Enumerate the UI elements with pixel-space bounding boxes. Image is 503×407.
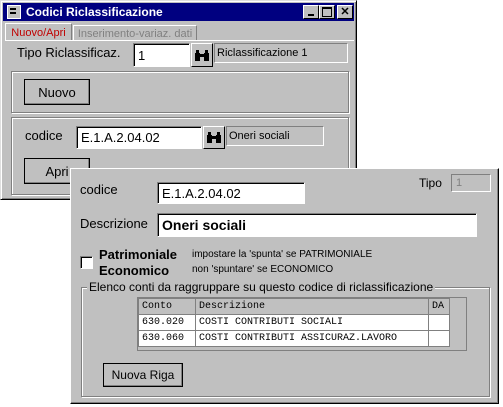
nuovo-button[interactable]: Nuovo bbox=[24, 79, 90, 105]
tipo-label: Tipo Riclassificaz. bbox=[17, 45, 121, 60]
codice-search-button[interactable] bbox=[203, 126, 225, 149]
cell-da[interactable] bbox=[428, 314, 450, 331]
front-codice-label: codice bbox=[80, 182, 118, 197]
table-row[interactable]: 630.060 COSTI CONTRIBUTI ASSICURAZ.LAVOR… bbox=[138, 330, 450, 347]
codice-description: Oneri sociali bbox=[226, 126, 324, 146]
column-header-conto[interactable]: Conto bbox=[138, 298, 196, 315]
conti-table: Conto Descrizione DA 630.020 COSTI CONTR… bbox=[138, 298, 450, 347]
tab-panel-border bbox=[5, 40, 354, 41]
tab-label: Inserimento-variaz. dati bbox=[77, 27, 193, 40]
descrizione-value: Oneri sociali bbox=[162, 217, 247, 233]
codice-input[interactable]: E.1.A.2.04.02 bbox=[76, 126, 202, 149]
codice-description-text: Oneri sociali bbox=[229, 130, 290, 142]
minimize-icon bbox=[308, 14, 314, 16]
apri-button-label: Apri bbox=[45, 163, 69, 179]
front-codice-input[interactable]: E.1.A.2.04.02 bbox=[157, 182, 305, 204]
nuova-riga-button[interactable]: Nuova Riga bbox=[103, 363, 183, 387]
table-header-row: Conto Descrizione DA bbox=[138, 298, 450, 315]
nuova-riga-label: Nuova Riga bbox=[111, 368, 175, 382]
app-icon bbox=[7, 5, 21, 19]
tab-nuovo-apri[interactable]: Nuovo/Apri bbox=[5, 23, 72, 41]
cell-descrizione[interactable]: COSTI CONTRIBUTI ASSICURAZ.LAVORO bbox=[195, 330, 429, 347]
hint-economico: non 'spuntare' se ECONOMICO bbox=[192, 264, 334, 275]
binoculars-icon bbox=[207, 132, 221, 143]
nuovo-button-label: Nuovo bbox=[38, 84, 76, 100]
cell-descrizione[interactable]: COSTI CONTRIBUTI SOCIALI bbox=[195, 314, 429, 331]
tipo-description-text: Riclassificazione 1 bbox=[217, 47, 308, 59]
tipo-input-value: 1 bbox=[138, 47, 146, 63]
maximize-icon bbox=[322, 7, 332, 17]
codice-label: codice bbox=[25, 128, 63, 143]
patrimoniale-checkbox[interactable] bbox=[80, 256, 93, 269]
codice-input-value: E.1.A.2.04.02 bbox=[81, 130, 160, 145]
front-window: codice E.1.A.2.04.02 Tipo 1 Descrizione … bbox=[70, 168, 499, 404]
tipo-search-button[interactable] bbox=[191, 43, 213, 67]
tipo-input[interactable]: 1 bbox=[133, 43, 190, 67]
maximize-button[interactable] bbox=[319, 5, 335, 19]
cell-conto[interactable]: 630.060 bbox=[138, 330, 196, 347]
front-tipo-field: 1 bbox=[451, 174, 491, 192]
economico-label: Economico bbox=[99, 263, 170, 278]
descrizione-label: Descrizione bbox=[80, 216, 148, 231]
conti-table-container: Conto Descrizione DA 630.020 COSTI CONTR… bbox=[137, 297, 467, 351]
column-header-da[interactable]: DA bbox=[428, 298, 450, 315]
close-icon: ✕ bbox=[340, 5, 350, 18]
conti-group-title: Elenco conti da raggruppare su questo co… bbox=[87, 280, 436, 294]
window-title: Codici Riclassificazione bbox=[26, 5, 163, 19]
close-button[interactable]: ✕ bbox=[337, 5, 353, 19]
cell-da[interactable] bbox=[428, 330, 450, 347]
patrimoniale-label: Patrimoniale bbox=[99, 247, 178, 262]
hint-patrimoniale: impostare la 'spunta' se PATRIMONIALE bbox=[192, 249, 373, 260]
tab-label: Nuovo/Apri bbox=[11, 26, 66, 39]
front-tipo-value: 1 bbox=[456, 177, 463, 189]
minimize-button[interactable] bbox=[303, 5, 319, 19]
tab-inserimento[interactable]: Inserimento-variaz. dati bbox=[73, 25, 197, 41]
descrizione-input[interactable]: Oneri sociali bbox=[157, 213, 477, 237]
cell-conto[interactable]: 630.020 bbox=[138, 314, 196, 331]
binoculars-icon bbox=[195, 49, 209, 61]
back-window-titlebar[interactable]: Codici Riclassificazione bbox=[3, 3, 354, 21]
tipo-description: Riclassificazione 1 bbox=[214, 43, 348, 63]
column-header-descrizione[interactable]: Descrizione bbox=[195, 298, 429, 315]
table-row[interactable]: 630.020 COSTI CONTRIBUTI SOCIALI bbox=[138, 314, 450, 331]
front-tipo-label: Tipo bbox=[419, 176, 442, 190]
front-codice-value: E.1.A.2.04.02 bbox=[162, 185, 241, 201]
